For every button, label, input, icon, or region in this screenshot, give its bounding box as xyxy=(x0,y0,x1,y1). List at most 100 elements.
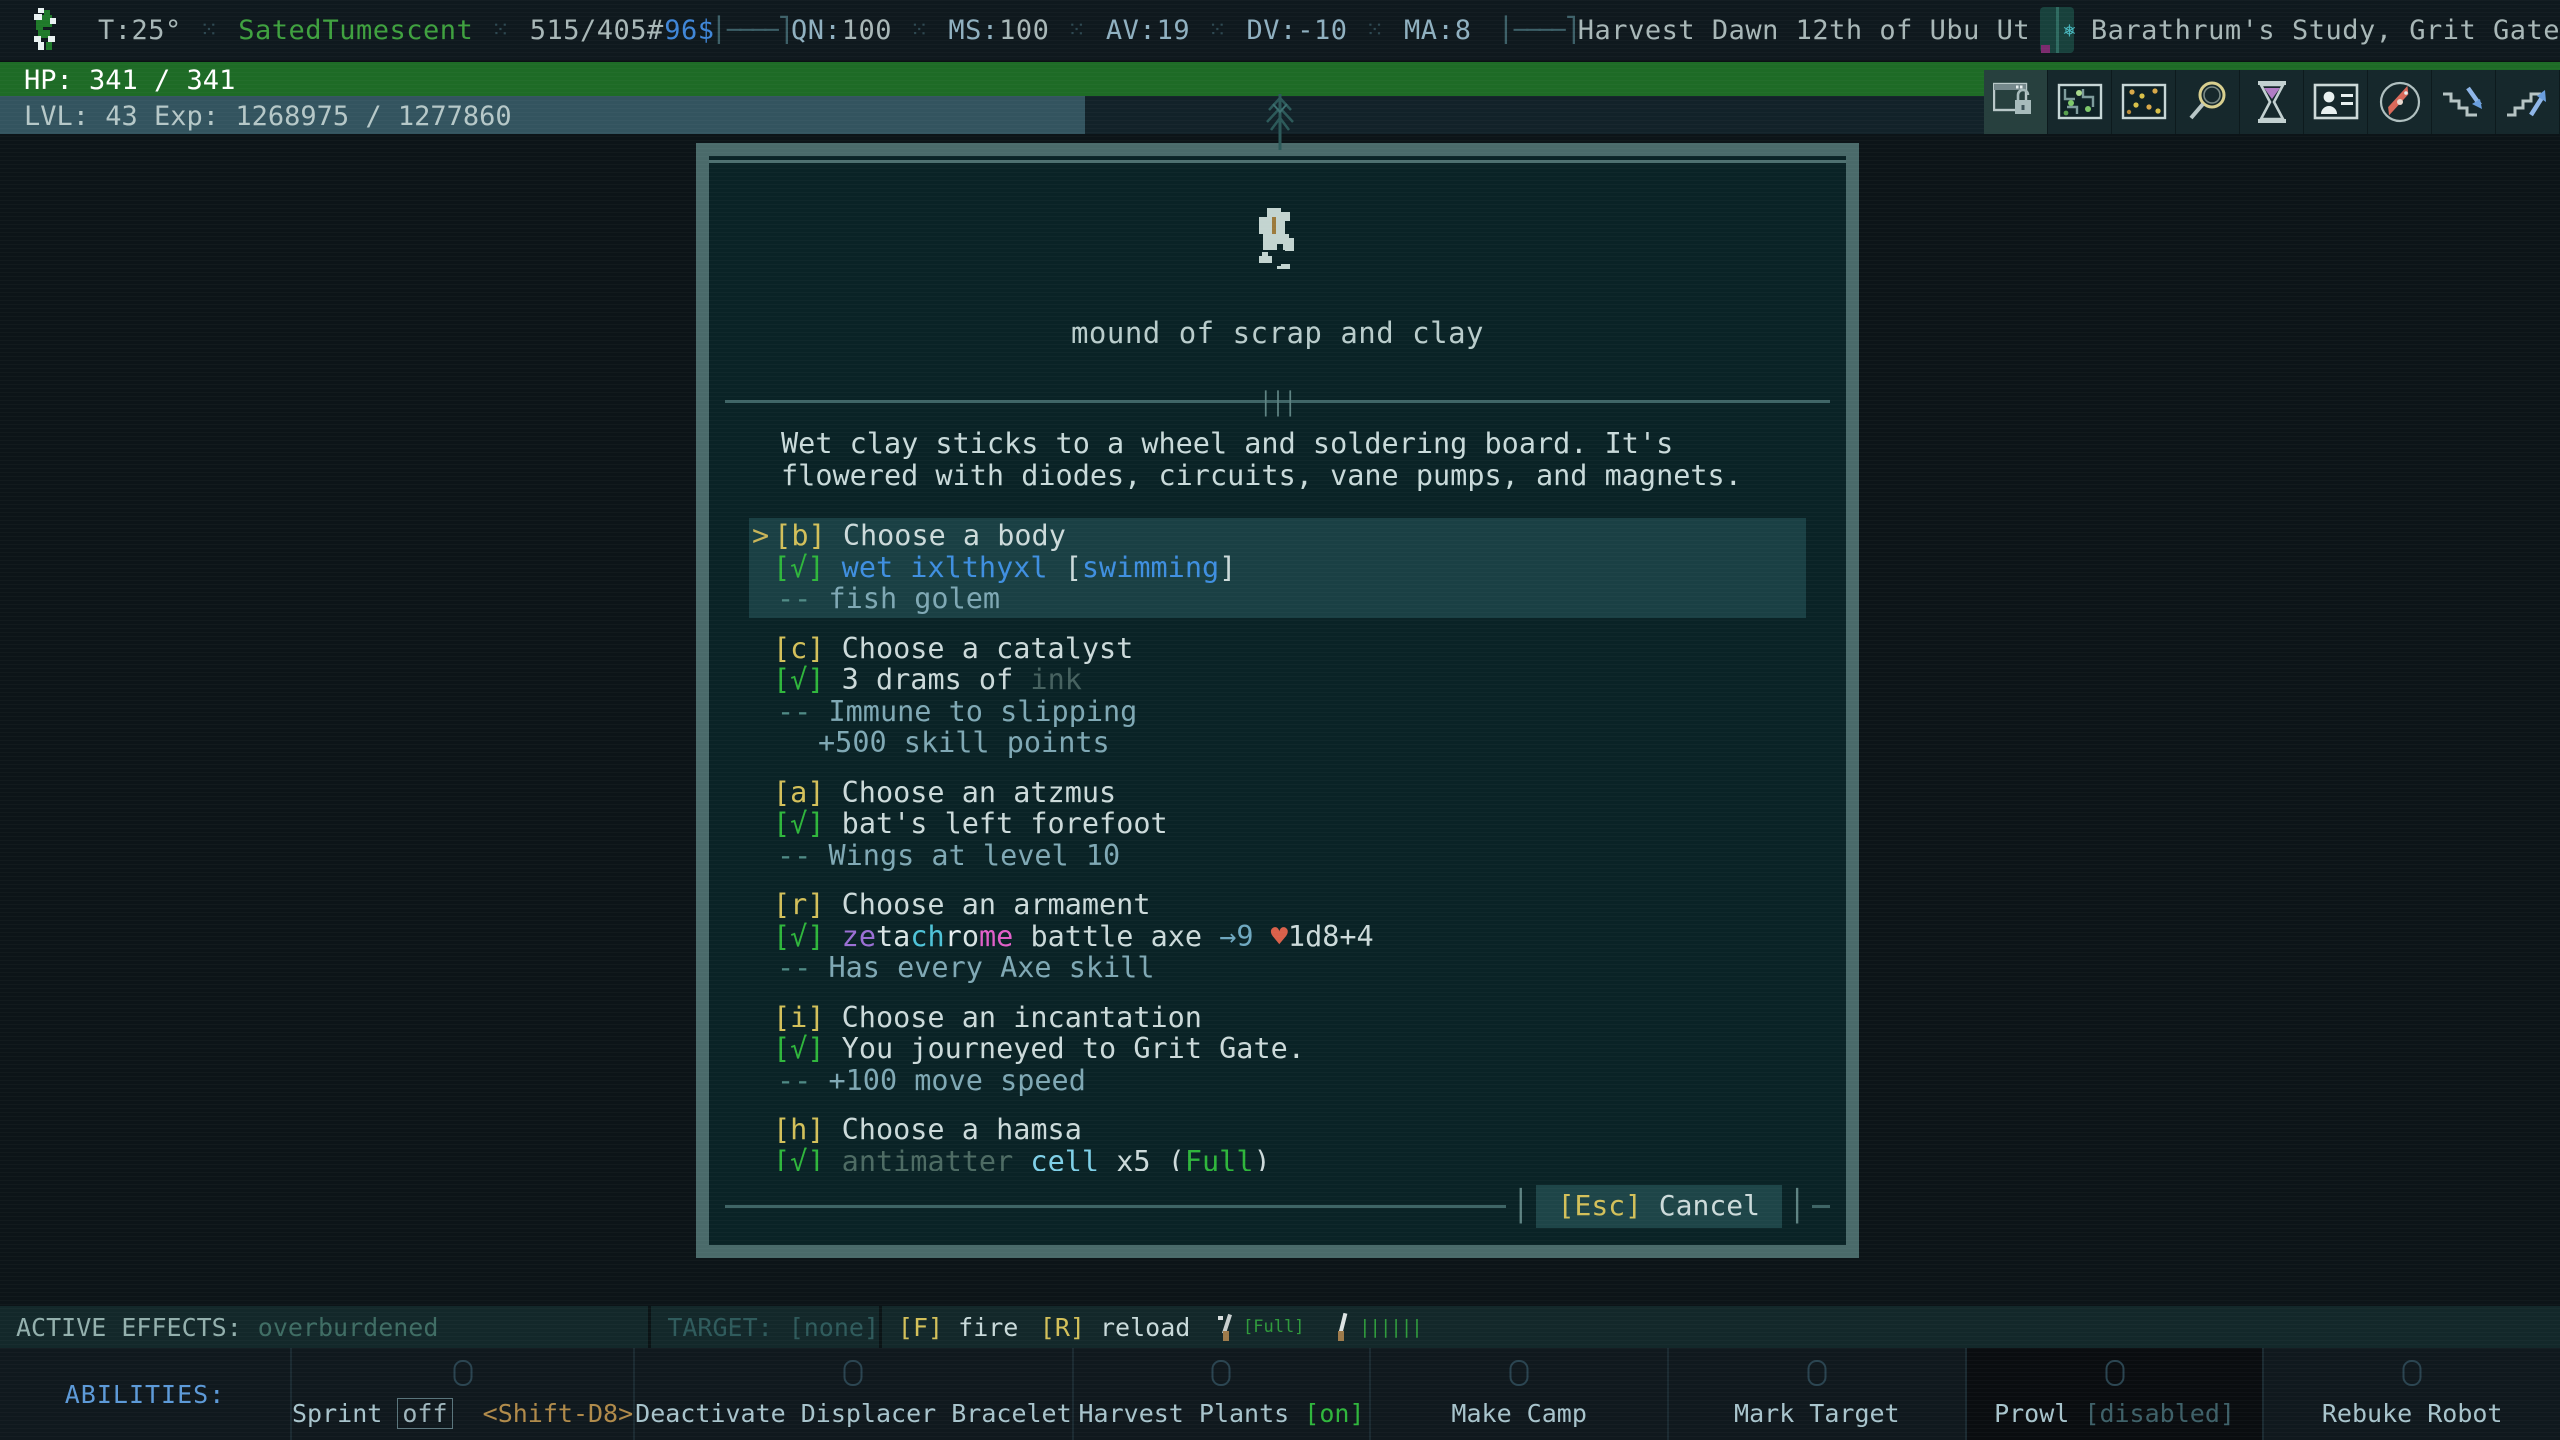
ability-button[interactable]: Prowl [disabled] xyxy=(1964,1348,2263,1440)
calendar-date: Harvest Dawn 12th of Ubu Ut xyxy=(1577,14,2031,46)
local-map-icon[interactable] xyxy=(2048,70,2112,134)
choice-fragment xyxy=(1254,920,1271,953)
separator-2: ⁙ xyxy=(491,17,512,43)
ability-button[interactable]: Make Camp xyxy=(1369,1348,1667,1440)
option-prompt: Choose an armament xyxy=(824,888,1151,921)
target-value: [none] xyxy=(788,1312,879,1342)
selection-caret-icon: > xyxy=(752,519,770,552)
object-preview-pane: mound of scrap and clay xyxy=(725,172,1830,396)
option-group[interactable]: [h] Choose a hamsa [√] antimatter cell x5… xyxy=(749,1112,1806,1171)
choice-fragment: battle axe xyxy=(1013,919,1220,953)
option-bonus: +100 move speed xyxy=(828,1063,1086,1097)
option-group[interactable]: [a] Choose an atzmus [√] bat's left foref… xyxy=(749,775,1806,875)
hunger-status: Sated xyxy=(238,14,322,46)
option-prompt: Choose an atzmus xyxy=(824,775,1117,809)
ability-hotkey-icon xyxy=(453,1360,473,1386)
reload-label: reload xyxy=(1099,1312,1191,1342)
ma-value: 8 xyxy=(1454,14,1472,46)
separator-4: ⁙ xyxy=(1067,17,1088,43)
option-choice-line: [√] 3 drams of ink xyxy=(749,664,1806,696)
ability-button[interactable]: Rebuke Robot xyxy=(2262,1348,2560,1440)
option-check-icon: [√] xyxy=(773,807,825,840)
reload-command[interactable]: [R] reload xyxy=(1040,1313,1191,1342)
option-group[interactable]: [r] Choose an armament [√] zetachrome bat… xyxy=(749,887,1806,987)
ability-name: Deactivate Displacer Bracelet xyxy=(635,1399,1072,1428)
ability-name: Mark Target xyxy=(1734,1399,1900,1428)
ability-hotkey-icon xyxy=(1211,1360,1231,1386)
choice-fragment: → xyxy=(1219,919,1237,953)
bonus-dash: -- xyxy=(777,838,829,872)
target-label: TARGET: xyxy=(667,1312,773,1342)
option-choice-line: [√] You journeyed to Grit Gate. xyxy=(749,1033,1806,1065)
choice-fragment: Full xyxy=(1184,1144,1254,1171)
ability-button[interactable]: Mark Target xyxy=(1667,1348,1965,1440)
option-prompt-line: > [b] Choose a body xyxy=(749,520,1806,552)
abilities-label: ABILITIES: xyxy=(64,1379,226,1409)
look-magnifier-icon[interactable] xyxy=(2176,70,2240,134)
option-bonus-line: -- Wings at level 10 xyxy=(749,838,1806,872)
health-bar-label: HP: 341 / 341 xyxy=(24,65,236,96)
compass-icon[interactable] xyxy=(2368,70,2432,134)
option-bonus-line-2: +500 skill points xyxy=(818,726,1110,759)
option-prompt: Choose a body xyxy=(825,519,1066,552)
object-name: mound of scrap and clay xyxy=(1070,316,1485,350)
option-key: [b] xyxy=(774,519,826,552)
option-prompt-line: [a] Choose an atzmus xyxy=(749,775,1806,809)
fire-command[interactable]: [F] fire xyxy=(882,1313,1018,1342)
option-prompt: Choose a catalyst xyxy=(824,631,1134,665)
option-bonus: fish golem xyxy=(828,582,1001,615)
choice-fragment: ta xyxy=(875,919,911,953)
ability-button[interactable]: Harvest Plants [on] xyxy=(1071,1348,1370,1440)
option-check-icon: [√] xyxy=(773,919,825,953)
ability-name: Harvest Plants xyxy=(1078,1399,1290,1428)
stairs-down-icon[interactable] xyxy=(2432,70,2496,134)
dv-label: DV: xyxy=(1246,14,1297,46)
ability-button[interactable]: Sprint off <Shift-D8> xyxy=(290,1348,633,1440)
ability-binding: <Shift-D8> xyxy=(482,1399,634,1428)
ability-label-row: Prowl [disabled] xyxy=(1994,1399,2235,1428)
bonus-dash: -- xyxy=(777,694,829,728)
status-effects-bar: ACTIVE EFFECTS: overburdened TARGET: [no… xyxy=(0,1306,2560,1348)
object-description: Wet clay sticks to a wheel and soldering… xyxy=(781,427,1742,492)
wait-hourglass-icon[interactable] xyxy=(2240,70,2304,134)
option-group[interactable]: [i] Choose an incantation [√] You journey… xyxy=(749,1000,1806,1100)
ability-label-row: Mark Target xyxy=(1734,1399,1900,1428)
world-map-icon[interactable] xyxy=(2112,70,2176,134)
ability-name: Sprint xyxy=(292,1399,383,1428)
weapon-slot-2-icon xyxy=(1332,1312,1353,1342)
option-key: [a] xyxy=(773,775,825,809)
ability-label-row: Rebuke Robot xyxy=(2322,1399,2503,1428)
ability-hotkey-icon xyxy=(2402,1360,2422,1386)
option-prompt: Choose a hamsa xyxy=(824,1113,1082,1146)
ability-name: Rebuke Robot xyxy=(2321,1399,2503,1428)
ability-button[interactable]: Deactivate Displacer Bracelet xyxy=(633,1348,1072,1440)
cancel-button[interactable]: [Esc] Cancel xyxy=(1535,1184,1782,1228)
option-group[interactable]: > [b] Choose a body [√] wet ixlthyxl [swim… xyxy=(749,518,1806,618)
option-choice-line: [√] bat's left forefoot xyxy=(749,808,1806,840)
character-sheet-icon[interactable] xyxy=(2304,70,2368,134)
option-group[interactable]: [c] Choose a catalyst [√] 3 drams of ink -… xyxy=(749,631,1806,762)
experience-bar-label: LVL: 43 Exp: 1268975 / 1277860 xyxy=(24,101,512,132)
bonus-dash: -- xyxy=(777,582,829,615)
moon-phase-icon: ⎈ xyxy=(2032,5,2076,55)
stairs-up-icon[interactable] xyxy=(2496,70,2560,134)
ornament-left: ⎢────⎤ xyxy=(714,16,792,44)
active-effects-value: overburdened xyxy=(257,1312,439,1342)
choice-fragment: swimming xyxy=(1081,550,1220,584)
choice-fragment: 3 drams of xyxy=(841,663,1031,696)
separator-3: ⁙ xyxy=(909,17,931,43)
ability-name: Prowl xyxy=(1994,1399,2070,1428)
game-screen: T:25° ⁙ Sated Tumescent ⁙ 515/405# 96$ ⎢… xyxy=(0,0,2560,1440)
av-value: 19 xyxy=(1156,14,1191,46)
fire-label: fire xyxy=(958,1312,1019,1342)
choice-fragment: 1d8+4 xyxy=(1287,919,1374,953)
choice-fragment: ze xyxy=(841,919,876,953)
option-key: [c] xyxy=(773,631,825,665)
ability-hotkey-icon xyxy=(1509,1360,1529,1386)
weapon-slot-2-ammo: |||||| xyxy=(1359,1316,1423,1338)
option-prompt-line: [i] Choose an incantation xyxy=(749,1001,1806,1034)
lock-window-icon[interactable] xyxy=(1984,70,2048,134)
